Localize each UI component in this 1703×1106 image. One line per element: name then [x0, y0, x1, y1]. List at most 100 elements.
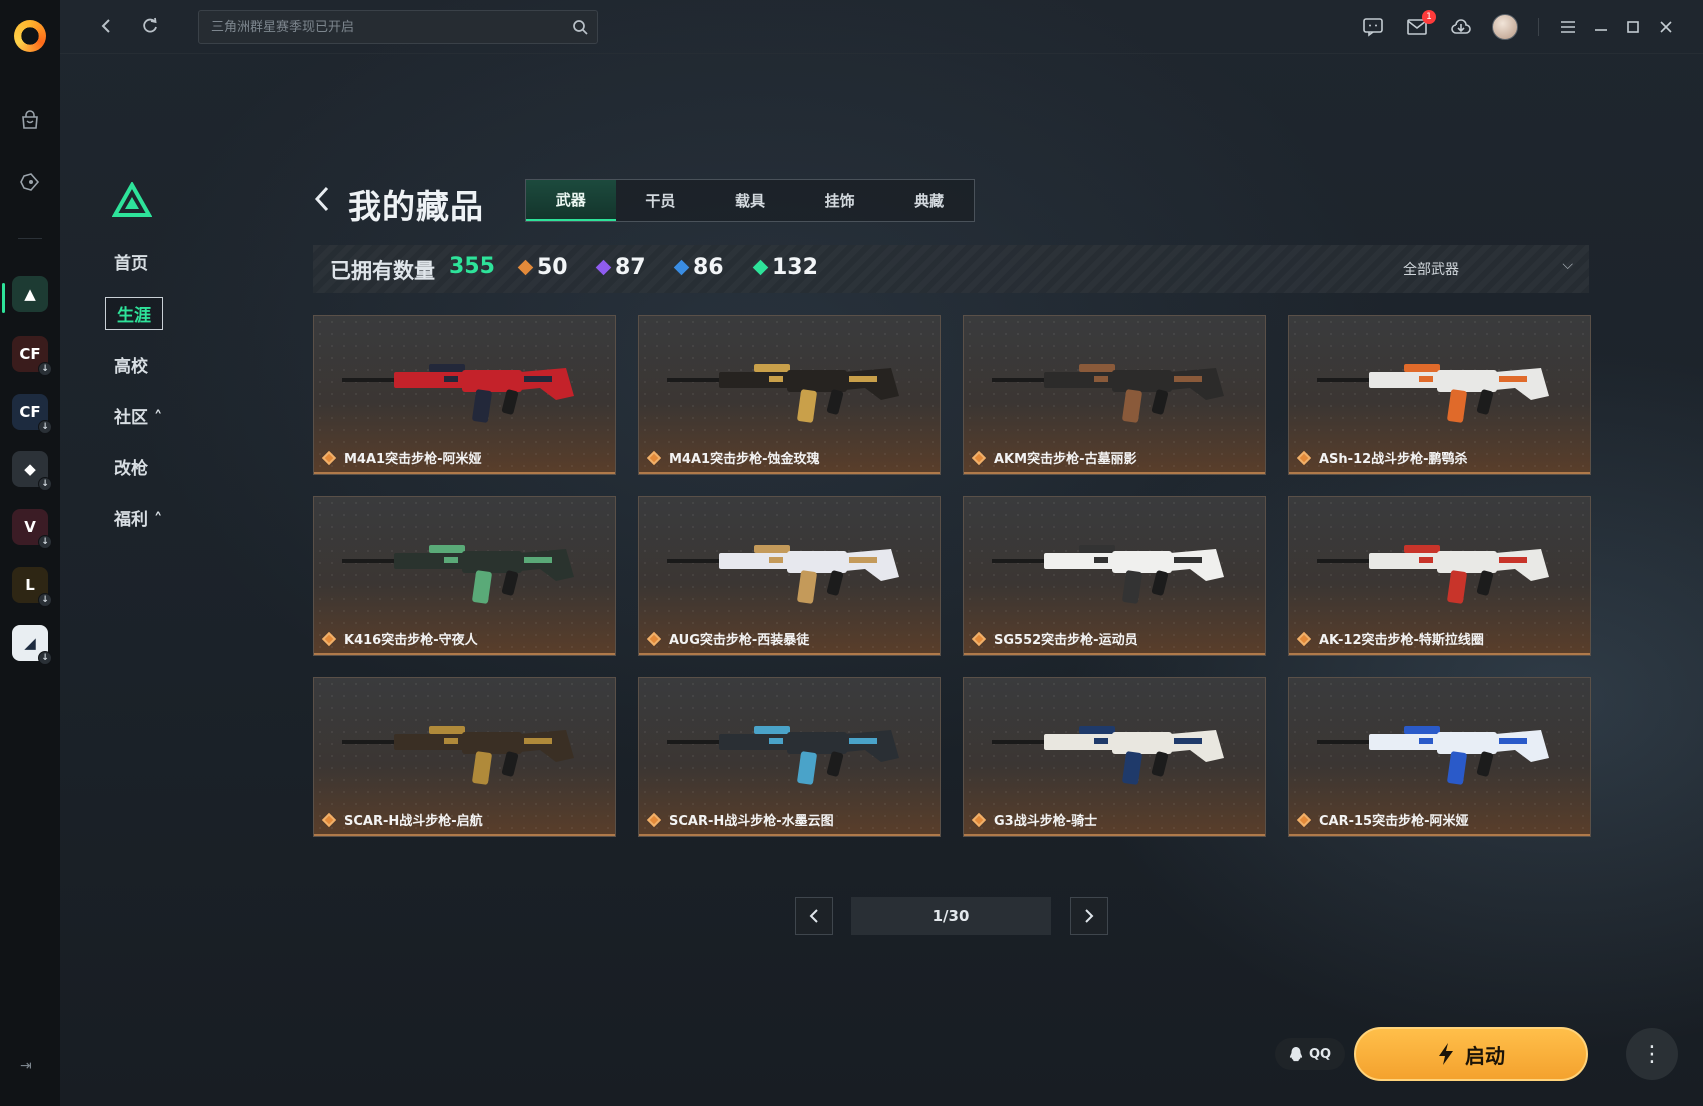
launch-label: 启动 — [1465, 1043, 1505, 1068]
rarity-gem-icon — [646, 450, 662, 466]
weapon-image — [342, 545, 574, 604]
rarity-gem-icon — [971, 812, 987, 828]
owned-count-total: 355 — [449, 254, 495, 279]
weapon-image — [667, 545, 899, 604]
weapon-image — [1317, 726, 1549, 785]
rail-game-icon: ◢ — [24, 634, 36, 652]
rarity-count-value: 132 — [772, 255, 818, 280]
rail-game-3[interactable]: ◆ ↓ — [12, 451, 52, 491]
rarity-count-value: 87 — [615, 255, 646, 280]
qq-login-chip[interactable]: QQ — [1275, 1038, 1345, 1070]
stats-bar: 已拥有数量 355 50 87 86 132 全部武器 ⌵ — [313, 245, 1589, 293]
page-back-icon[interactable] — [312, 184, 336, 214]
more-options-button[interactable]: ⋮ — [1626, 1028, 1678, 1080]
app-sidebar: ▲ CF ↓ CF ↓ ◆ ↓ V ↓ L ↓ ◢ ↓ ⇥ — [0, 0, 60, 1106]
rail-game-icon: CF — [19, 403, 41, 421]
mail-badge: 1 — [1422, 10, 1436, 24]
weapon-card[interactable]: CAR-15突击步枪-阿米娅 — [1288, 677, 1591, 837]
rail-game-6[interactable]: ◢ ↓ — [12, 625, 52, 665]
tab-0[interactable]: 武器 — [526, 180, 616, 221]
weapon-card[interactable]: G3战斗步枪-骑士 — [963, 677, 1266, 837]
shop-icon[interactable] — [14, 104, 46, 136]
rarity-count-value: 86 — [693, 255, 724, 280]
weapon-image — [992, 364, 1224, 423]
weapon-card[interactable]: M4A1突击步枪-阿米娅 — [313, 315, 616, 475]
rarity-gem-icon — [517, 259, 534, 276]
download-badge-icon: ↓ — [38, 420, 52, 434]
search-box[interactable] — [198, 10, 598, 44]
weapon-card[interactable]: M4A1突击步枪-蚀金玫瑰 — [638, 315, 941, 475]
weapon-image — [342, 364, 574, 423]
game-nav-item-3[interactable]: 社区 ˄ — [114, 403, 162, 428]
rail-game-icon: L — [25, 576, 35, 594]
prev-page-button[interactable] — [795, 897, 833, 935]
weapon-card[interactable]: AUG突击步枪-西装暴徒 — [638, 496, 941, 656]
collapse-sidebar-icon[interactable]: ⇥ — [20, 1058, 32, 1074]
rarity-gem-icon — [321, 450, 337, 466]
page-indicator: 1/30 — [851, 897, 1051, 935]
menu-icon[interactable] — [1555, 14, 1581, 40]
next-page-button[interactable] — [1070, 897, 1108, 935]
weapon-card[interactable]: K416突击步枪-守夜人 — [313, 496, 616, 656]
weapon-card[interactable]: SCAR-H战斗步枪-水墨云图 — [638, 677, 941, 837]
back-arrow-icon[interactable] — [94, 14, 118, 38]
rarity-gem-icon — [646, 631, 662, 647]
mail-icon[interactable]: 1 — [1404, 10, 1436, 40]
tab-2[interactable]: 载具 — [705, 180, 795, 221]
game-nav-item-5[interactable]: 福利 ˄ — [114, 505, 162, 530]
close-icon[interactable] — [1653, 14, 1679, 40]
weapon-filter-dropdown[interactable]: 全部武器 ⌵ — [1403, 257, 1573, 279]
weapon-image — [667, 726, 899, 785]
download-badge-icon: ↓ — [38, 535, 52, 549]
rarity-count-value: 50 — [537, 255, 568, 280]
weapon-card[interactable]: ASh-12战斗步枪-鹏鹗杀 — [1288, 315, 1591, 475]
download-badge-icon: ↓ — [38, 593, 52, 607]
download-icon[interactable] — [1448, 14, 1474, 40]
search-icon[interactable] — [571, 18, 589, 36]
download-badge-icon: ↓ — [38, 477, 52, 491]
weapon-filter-label: 全部武器 — [1403, 262, 1459, 278]
topbar: 1 — [60, 0, 1703, 54]
rarity-count-1: 87 — [595, 255, 646, 280]
app-logo[interactable] — [14, 20, 46, 52]
search-input[interactable] — [199, 11, 559, 43]
game-logo-icon[interactable] — [112, 182, 152, 218]
game-nav-item-1[interactable]: 生涯 — [105, 297, 163, 330]
game-controller-icon[interactable] — [14, 166, 46, 198]
weapon-card[interactable]: AK-12突击步枪-特斯拉线圈 — [1288, 496, 1591, 656]
game-nav-item-2[interactable]: 高校 — [114, 352, 148, 377]
rail-game-2[interactable]: CF ↓ — [12, 394, 52, 434]
rail-game-1[interactable]: CF ↓ — [12, 336, 52, 376]
tab-3[interactable]: 挂饰 — [795, 180, 885, 221]
rail-game-5[interactable]: L ↓ — [12, 567, 52, 607]
maximize-icon[interactable] — [1620, 14, 1646, 40]
rarity-gem-icon — [673, 259, 690, 276]
rarity-gem-icon — [971, 450, 987, 466]
rarity-gem-icon — [971, 631, 987, 647]
avatar[interactable] — [1492, 14, 1518, 40]
weapon-name: AUG突击步枪-西装暴徒 — [669, 633, 810, 648]
weapon-card[interactable]: SCAR-H战斗步枪-启航 — [313, 677, 616, 837]
game-nav-item-0[interactable]: 首页 — [114, 249, 148, 274]
weapon-card[interactable]: AKM突击步枪-古墓丽影 — [963, 315, 1266, 475]
refresh-icon[interactable] — [138, 14, 162, 38]
rail-game-0[interactable]: ▲ — [12, 276, 48, 312]
tab-1[interactable]: 干员 — [616, 180, 706, 221]
tab-4[interactable]: 典藏 — [884, 180, 974, 221]
weapon-name: SG552突击步枪-运动员 — [994, 633, 1138, 648]
rail-game-icon: ▲ — [24, 285, 36, 303]
game-nav-item-4[interactable]: 改枪 — [114, 454, 148, 479]
qq-label: QQ — [1308, 1046, 1332, 1062]
owned-count-label: 已拥有数量 — [330, 259, 435, 283]
minimize-icon[interactable] — [1588, 14, 1614, 40]
chat-icon[interactable] — [1360, 14, 1386, 40]
weapon-card[interactable]: SG552突击步枪-运动员 — [963, 496, 1266, 656]
download-badge-icon: ↓ — [38, 362, 52, 376]
rail-game-4[interactable]: V ↓ — [12, 509, 52, 549]
weapon-name: SCAR-H战斗步枪-启航 — [344, 814, 483, 829]
rarity-gem-icon — [646, 812, 662, 828]
weapon-image — [992, 726, 1224, 785]
launch-button[interactable]: 启动 — [1354, 1027, 1588, 1081]
weapon-name: K416突击步枪-守夜人 — [344, 633, 478, 648]
rail-game-icon: ◆ — [24, 460, 36, 478]
